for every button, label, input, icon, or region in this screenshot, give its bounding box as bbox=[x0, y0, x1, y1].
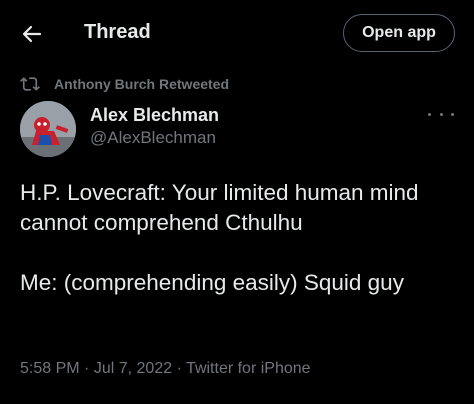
separator-dot: · bbox=[84, 360, 94, 377]
back-button[interactable] bbox=[18, 20, 46, 48]
author-name[interactable]: Alex Blechman bbox=[90, 105, 219, 126]
separator-dot: · bbox=[176, 360, 187, 377]
page-title: Thread bbox=[84, 21, 151, 43]
tweet-time[interactable]: 5:58 PM bbox=[20, 360, 80, 377]
retweet-label: Anthony Burch Retweeted bbox=[54, 76, 230, 92]
more-dot-icon bbox=[439, 112, 443, 116]
tweet-date[interactable]: Jul 7, 2022 bbox=[94, 360, 172, 377]
more-options-button[interactable] bbox=[428, 106, 454, 122]
arrow-left-icon bbox=[22, 25, 42, 43]
tweet-text: H.P. Lovecraft: Your limited human mind … bbox=[20, 180, 419, 295]
author-handle[interactable]: @AlexBlechman bbox=[90, 128, 216, 148]
open-app-button[interactable]: Open app bbox=[343, 14, 455, 52]
avatar-image bbox=[20, 101, 76, 157]
tweet-source: Twitter for iPhone bbox=[186, 360, 311, 377]
more-dot-icon bbox=[428, 112, 431, 116]
retweet-icon bbox=[20, 77, 40, 91]
avatar[interactable] bbox=[20, 101, 76, 157]
tweet-metadata: 5:58 PM · Jul 7, 2022 · Twitter for iPho… bbox=[20, 360, 311, 378]
retweet-context[interactable]: Anthony Burch Retweeted bbox=[20, 74, 229, 94]
more-dot-icon bbox=[451, 112, 454, 116]
top-bar: Thread Open app bbox=[0, 0, 474, 66]
